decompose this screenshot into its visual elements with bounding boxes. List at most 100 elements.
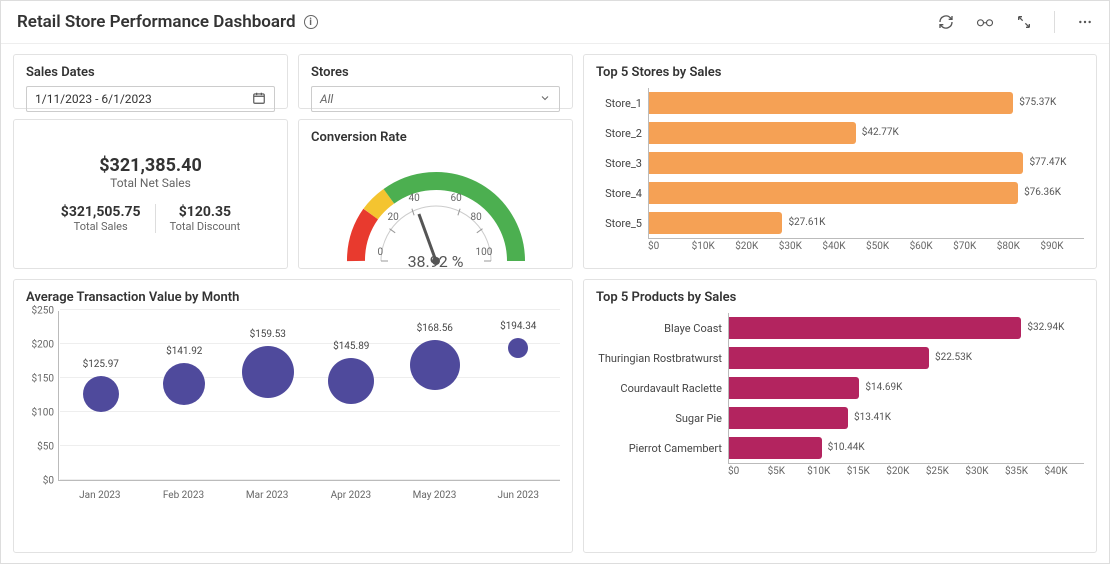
- stores-select[interactable]: All: [311, 86, 560, 112]
- info-icon[interactable]: i: [304, 15, 318, 29]
- axis-tick: $10K: [692, 241, 736, 252]
- bar-fill: [729, 437, 822, 459]
- bar-track: $32.94K: [728, 313, 1084, 343]
- kpi-total-discount-label: Total Discount: [170, 220, 241, 233]
- axis-tick: $35K: [1005, 466, 1045, 477]
- axis-tick: $0: [728, 466, 768, 477]
- kpi-net-sales-label: Total Net Sales: [26, 176, 275, 190]
- y-tick: $250: [32, 306, 54, 317]
- bar-row: Pierrot Camembert $10.44K: [596, 433, 1084, 463]
- bar-row: Thuringian Rostbratwurst$22.53K: [596, 343, 1084, 373]
- x-tick: May 2023: [393, 490, 477, 501]
- glasses-icon[interactable]: [976, 15, 994, 29]
- bar-row: Store_2$42.77K: [596, 118, 1084, 148]
- bar-fill: [729, 407, 848, 429]
- x-tick: Mar 2023: [225, 490, 309, 501]
- x-axis: $0$10K$20K$30K$40K$50K$60K$70K$80K$90K: [648, 238, 1084, 252]
- axis-tick: $25K: [926, 466, 966, 477]
- bar-track: $42.77K: [648, 118, 1084, 148]
- data-label: $168.56: [417, 323, 453, 334]
- atv-card: Average Transaction Value by Month $0$50…: [13, 279, 573, 553]
- x-tick: Jun 2023: [476, 490, 560, 501]
- category-label: Store_5: [596, 217, 648, 230]
- bubble-point: [328, 358, 374, 404]
- x-tick: Jan 2023: [58, 490, 142, 501]
- bar-track: $27.61K: [648, 208, 1084, 238]
- axis-tick: $30K: [779, 241, 823, 252]
- card-title: Top 5 Stores by Sales: [596, 65, 1084, 80]
- category-label: Store_2: [596, 127, 648, 140]
- axis-tick: $5K: [768, 466, 808, 477]
- bar-track: $13.41K: [728, 403, 1084, 433]
- bar-track: $22.53K: [728, 343, 1084, 373]
- axis-tick: $80K: [997, 241, 1041, 252]
- category-label: Thuringian Rostbratwurst: [596, 352, 728, 365]
- axis-tick: $70K: [953, 241, 997, 252]
- axis-tick: $15K: [847, 466, 887, 477]
- axis-tick: $50K: [866, 241, 910, 252]
- header-actions: [938, 11, 1093, 33]
- dashboard-body: Sales Dates 1/11/2023 - 6/1/2023 Stores …: [1, 44, 1109, 563]
- refresh-icon[interactable]: [938, 14, 954, 30]
- gauge-value: 38.92 %: [408, 252, 464, 271]
- bar-fill: [649, 122, 856, 144]
- bar-value-label: $10.44K: [828, 442, 865, 453]
- gauge-tick: 60: [451, 193, 462, 204]
- axis-tick: $40K: [822, 241, 866, 252]
- date-range-input[interactable]: 1/11/2023 - 6/1/2023: [26, 86, 275, 112]
- bar-fill: [729, 347, 929, 369]
- bar-value-label: $75.37K: [1019, 97, 1056, 108]
- bar-track: $76.36K: [648, 178, 1084, 208]
- axis-tick: $20K: [886, 466, 926, 477]
- axis-tick: $40K: [1045, 466, 1085, 477]
- kpi-sub-row: $321,505.75 Total Sales $120.35 Total Di…: [26, 204, 275, 233]
- kpi-total-sales-label: Total Sales: [61, 220, 141, 233]
- bubble-point: [163, 363, 205, 405]
- axis-tick: $20K: [735, 241, 779, 252]
- conversion-rate-card: Conversion Rate: [298, 119, 573, 269]
- axis-tick: $10K: [807, 466, 847, 477]
- more-icon[interactable]: [1077, 14, 1093, 30]
- bar-fill: [649, 152, 1023, 174]
- bar-value-label: $32.94K: [1027, 322, 1064, 333]
- bar-value-label: $76.36K: [1024, 187, 1061, 198]
- gauge-tick: 0: [378, 247, 384, 258]
- category-label: Courdavault Raclette: [596, 382, 728, 395]
- bar-row: Courdavault Raclette$14.69K: [596, 373, 1084, 403]
- top-products-card: Top 5 Products by Sales Blaye Coast$32.9…: [583, 279, 1097, 553]
- filter-label: Sales Dates: [26, 65, 275, 80]
- data-label: $159.53: [250, 329, 286, 340]
- y-tick: $50: [37, 442, 54, 453]
- filter-stores: Stores All: [298, 54, 573, 109]
- top-stores-chart: Store_1$75.37KStore_2$42.77KStore_3$77.4…: [596, 86, 1084, 238]
- y-axis: $0$50$100$150$200$250: [26, 311, 58, 481]
- bar-row: Store_4$76.36K: [596, 178, 1084, 208]
- category-label: Pierrot Camembert: [596, 442, 728, 455]
- data-label: $125.97: [83, 359, 119, 370]
- plot-area: $125.97$141.92$159.53$145.89$168.56$194.…: [58, 311, 560, 481]
- filter-sales-dates: Sales Dates 1/11/2023 - 6/1/2023: [13, 54, 288, 109]
- chevron-down-icon: [539, 92, 551, 107]
- kpi-total-discount-value: $120.35: [170, 204, 241, 220]
- bar-fill: [649, 182, 1018, 204]
- data-label: $141.92: [166, 346, 202, 357]
- axis-tick: $90K: [1040, 241, 1084, 252]
- bar-fill: [649, 92, 1013, 114]
- card-title: Conversion Rate: [311, 130, 560, 145]
- atv-chart: $0$50$100$150$200$250 $125.97 $141.92 $159…: [26, 311, 560, 501]
- x-tick: Feb 2023: [142, 490, 226, 501]
- bar-fill: [729, 317, 1021, 339]
- gauge-tick: 20: [388, 212, 399, 223]
- bubble-point: [508, 338, 528, 358]
- gauge-chart: 0 20 40 60 80 100 38.92 %: [326, 151, 546, 271]
- y-tick: $150: [32, 374, 54, 385]
- dashboard-root: Retail Store Performance Dashboard i Sal…: [0, 0, 1110, 564]
- x-axis: $0$5K$10K$15K$20K$25K$30K$35K$40K: [728, 463, 1084, 477]
- fullscreen-icon[interactable]: [1016, 14, 1032, 30]
- bar-track: $10.44K: [728, 433, 1084, 463]
- y-tick: $0: [43, 476, 54, 487]
- axis-tick: $30K: [965, 466, 1005, 477]
- top-stores-card: Top 5 Stores by Sales Store_1$75.37KStor…: [583, 54, 1097, 269]
- separator: [1054, 11, 1055, 33]
- page-title: Retail Store Performance Dashboard: [17, 12, 296, 32]
